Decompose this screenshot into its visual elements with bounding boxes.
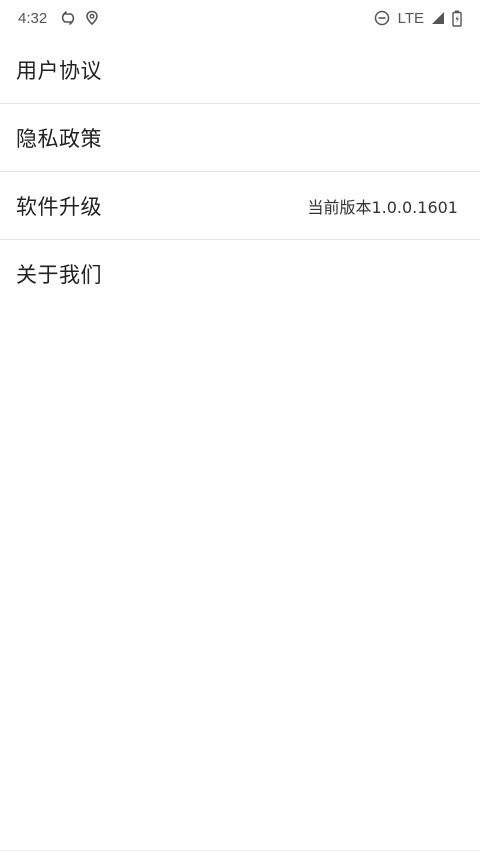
settings-item-software-upgrade[interactable]: 软件升级 当前版本1.0.0.1601 (0, 172, 480, 240)
battery-icon (452, 10, 462, 27)
bottom-divider (0, 850, 480, 851)
signal-icon (430, 10, 446, 26)
settings-item-user-agreement[interactable]: 用户协议 (0, 36, 480, 104)
settings-item-label: 关于我们 (16, 263, 102, 287)
status-time: 4:32 (18, 9, 48, 27)
settings-item-privacy-policy[interactable]: 隐私政策 (0, 104, 480, 172)
sync-icon (61, 10, 75, 26)
status-bar: 4:32 LTE (0, 0, 480, 36)
settings-item-label: 软件升级 (16, 194, 102, 219)
settings-item-about-us[interactable]: 关于我们 (0, 240, 480, 308)
current-version-text: 当前版本1.0.0.1601 (307, 197, 458, 217)
location-icon (85, 10, 99, 26)
do-not-disturb-icon (374, 10, 390, 26)
settings-list: 用户协议 隐私政策 软件升级 当前版本1.0.0.1601 关于我们 (0, 36, 480, 308)
status-bar-left: 4:32 (18, 10, 109, 27)
settings-item-label: 用户协议 (16, 58, 102, 83)
network-type: LTE (397, 9, 424, 27)
settings-item-label: 隐私政策 (16, 126, 102, 151)
status-bar-right: LTE (368, 10, 462, 27)
